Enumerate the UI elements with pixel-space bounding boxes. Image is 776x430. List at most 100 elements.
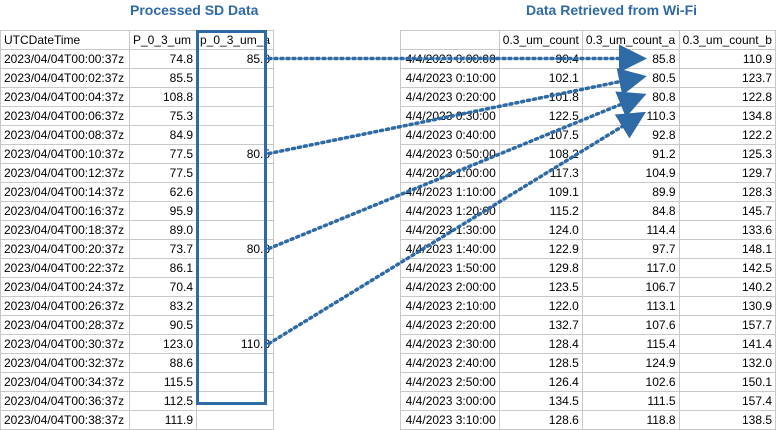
table-row: 2023/04/04T00:30:37z 123.0 110.3 (0, 334, 275, 354)
value-cell (195, 315, 275, 335)
column-header: 0.3_um_count_b (678, 30, 776, 50)
value-cell: 142.5 (678, 258, 776, 278)
timestamp-cell: 2023/04/04T00:08:37z (0, 125, 130, 145)
value-cell: 62.6 (129, 182, 197, 202)
value-cell: 132.0 (678, 353, 776, 373)
value-cell: 110.3 (195, 334, 275, 354)
value-cell: 140.2 (678, 277, 776, 297)
table-row: 4/4/2023 2:00:00 123.5 106.7 140.2 (400, 277, 776, 297)
timestamp-cell: 2023/04/04T00:22:37z (0, 258, 130, 278)
value-cell: 157.4 (678, 391, 776, 411)
timestamp-cell: 4/4/2023 1:40:00 (400, 239, 500, 259)
value-cell: 110.3 (581, 106, 680, 126)
timestamp-cell: 2023/04/04T00:16:37z (0, 201, 130, 221)
value-cell: 107.5 (498, 125, 583, 145)
value-cell: 112.5 (129, 391, 197, 411)
header-row: 0.3_um_count 0.3_um_count_a 0.3_um_count_b (400, 30, 776, 50)
value-cell: 102.1 (498, 68, 583, 88)
value-cell: 115.2 (498, 201, 583, 221)
value-cell: 108.8 (129, 87, 197, 107)
table-row: 2023/04/04T00:24:37z 70.4 (0, 277, 275, 297)
timestamp-cell: 4/4/2023 3:00:00 (400, 391, 500, 411)
timestamp-cell: 2023/04/04T00:24:37z (0, 277, 130, 297)
table-row: 4/4/2023 3:00:00 134.5 111.5 157.4 (400, 391, 776, 411)
table-row: 2023/04/04T00:28:37z 90.5 (0, 315, 275, 335)
table-row: 2023/04/04T00:06:37z 75.3 (0, 106, 275, 126)
timestamp-cell: 4/4/2023 2:50:00 (400, 372, 500, 392)
timestamp-cell: 2023/04/04T00:32:37z (0, 353, 130, 373)
table-row: 4/4/2023 3:10:00 128.6 118.8 138.5 (400, 410, 776, 430)
value-cell: 111.9 (129, 410, 197, 430)
value-cell: 150.1 (678, 372, 776, 392)
table-row: 4/4/2023 1:20:00 115.2 84.8 145.7 (400, 201, 776, 221)
value-cell: 117.0 (581, 258, 680, 278)
value-cell: 133.6 (678, 220, 776, 240)
value-cell: 102.6 (581, 372, 680, 392)
table-row: 4/4/2023 2:50:00 126.4 102.6 150.1 (400, 372, 776, 392)
value-cell: 115.4 (581, 334, 680, 354)
value-cell: 122.5 (498, 106, 583, 126)
timestamp-cell: 4/4/2023 2:10:00 (400, 296, 500, 316)
timestamp-cell: 4/4/2023 0:00:00 (400, 49, 500, 69)
value-cell (195, 353, 275, 373)
timestamp-cell: 2023/04/04T00:14:37z (0, 182, 130, 202)
table-row: 2023/04/04T00:10:37z 77.5 80.5 (0, 144, 275, 164)
value-cell: 118.8 (581, 410, 680, 430)
value-cell (195, 68, 275, 88)
value-cell: 85.5 (129, 68, 197, 88)
timestamp-cell: 4/4/2023 1:30:00 (400, 220, 500, 240)
value-cell: 128.5 (498, 353, 583, 373)
value-cell: 83.2 (129, 296, 197, 316)
column-header (400, 30, 500, 50)
timestamp-cell: 2023/04/04T00:02:37z (0, 68, 130, 88)
value-cell: 141.4 (678, 334, 776, 354)
value-cell: 122.8 (678, 87, 776, 107)
timestamp-cell: 2023/04/04T00:38:37z (0, 410, 130, 430)
value-cell: 128.3 (678, 182, 776, 202)
value-cell (195, 277, 275, 297)
table-row: 2023/04/04T00:18:37z 89.0 (0, 220, 275, 240)
table-row: 2023/04/04T00:34:37z 115.5 (0, 372, 275, 392)
value-cell (195, 125, 275, 145)
timestamp-cell: 4/4/2023 0:30:00 (400, 106, 500, 126)
timestamp-cell: 4/4/2023 1:10:00 (400, 182, 500, 202)
timestamp-cell: 2023/04/04T00:30:37z (0, 334, 130, 354)
table-row: 2023/04/04T00:26:37z 83.2 (0, 296, 275, 316)
value-cell (195, 391, 275, 411)
value-cell: 134.5 (498, 391, 583, 411)
table-row: 4/4/2023 0:20:00 101.8 80.8 122.8 (400, 87, 776, 107)
value-cell (195, 106, 275, 126)
value-cell: 110.9 (678, 49, 776, 69)
value-cell: 113.1 (581, 296, 680, 316)
value-cell: 70.4 (129, 277, 197, 297)
wifi-data-table: 0.3_um_count 0.3_um_count_a 0.3_um_count_b… (400, 30, 776, 430)
value-cell: 124.9 (581, 353, 680, 373)
timestamp-cell: 4/4/2023 1:50:00 (400, 258, 500, 278)
column-header: 0.3_um_count_a (581, 30, 680, 50)
value-cell: 77.5 (129, 144, 197, 164)
table-row: 2023/04/04T00:04:37z 108.8 (0, 87, 275, 107)
value-cell (195, 258, 275, 278)
timestamp-cell: 2023/04/04T00:28:37z (0, 315, 130, 335)
value-cell: 134.8 (678, 106, 776, 126)
value-cell: 109.1 (498, 182, 583, 202)
value-cell: 101.8 (498, 87, 583, 107)
table-row: 2023/04/04T00:20:37z 73.7 80.8 (0, 239, 275, 259)
table-row: 4/4/2023 2:20:00 132.7 107.6 157.7 (400, 315, 776, 335)
value-cell: 122.2 (678, 125, 776, 145)
value-cell: 123.7 (678, 68, 776, 88)
value-cell: 128.4 (498, 334, 583, 354)
timestamp-cell: 4/4/2023 0:40:00 (400, 125, 500, 145)
value-cell: 86.1 (129, 258, 197, 278)
table-row: 2023/04/04T00:22:37z 86.1 (0, 258, 275, 278)
value-cell: 106.7 (581, 277, 680, 297)
column-header: p_0_3_um_a (195, 30, 275, 50)
value-cell: 84.8 (581, 201, 680, 221)
table-row: 4/4/2023 0:40:00 107.5 92.8 122.2 (400, 125, 776, 145)
value-cell: 117.3 (498, 163, 583, 183)
table-row: 4/4/2023 1:10:00 109.1 89.9 128.3 (400, 182, 776, 202)
header-row: UTCDateTime P_0_3_um p_0_3_um_a (0, 30, 275, 50)
timestamp-cell: 4/4/2023 2:40:00 (400, 353, 500, 373)
value-cell: 129.8 (498, 258, 583, 278)
processed-sd-data-table: UTCDateTime P_0_3_um p_0_3_um_a 2023/04/04T… (0, 30, 275, 430)
